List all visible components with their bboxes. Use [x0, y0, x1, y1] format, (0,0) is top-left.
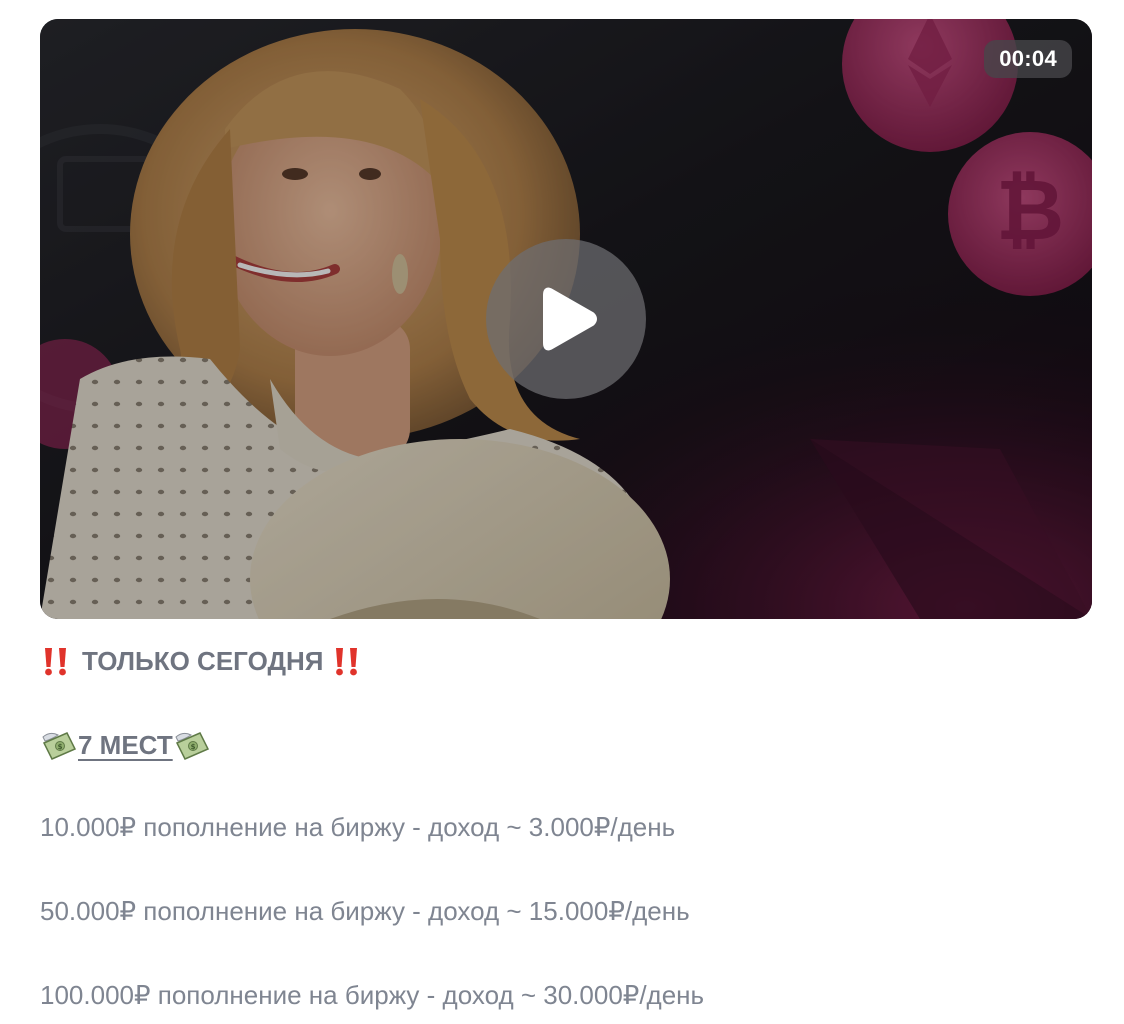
svg-text:$: $	[190, 743, 195, 751]
spots-text: 7 МЕСТ	[78, 730, 173, 761]
headline: ТОЛЬКО СЕГОДНЯ	[40, 639, 365, 679]
offer-line: 10.000₽ пополнение на биржу - доход ~ 3.…	[40, 812, 676, 842]
money-with-wings-icon: $	[40, 729, 78, 761]
money-with-wings-icon: $	[173, 729, 211, 761]
duration-badge: 00:04	[984, 40, 1072, 78]
spots-link[interactable]: $ 7 МЕСТ $	[40, 723, 211, 763]
offer-line: 100.000₽ пополнение на биржу - доход ~ 3…	[40, 980, 705, 1010]
video-player[interactable]: ₿ 00:04	[40, 19, 1092, 619]
play-button[interactable]	[486, 239, 646, 399]
offer-line: 50.000₽ пополнение на биржу - доход ~ 15…	[40, 896, 690, 926]
double-exclamation-icon	[40, 646, 74, 676]
double-exclamation-icon	[331, 646, 365, 676]
headline-text: ТОЛЬКО СЕГОДНЯ	[82, 646, 324, 677]
play-icon	[543, 287, 597, 351]
svg-text:$: $	[58, 743, 63, 751]
